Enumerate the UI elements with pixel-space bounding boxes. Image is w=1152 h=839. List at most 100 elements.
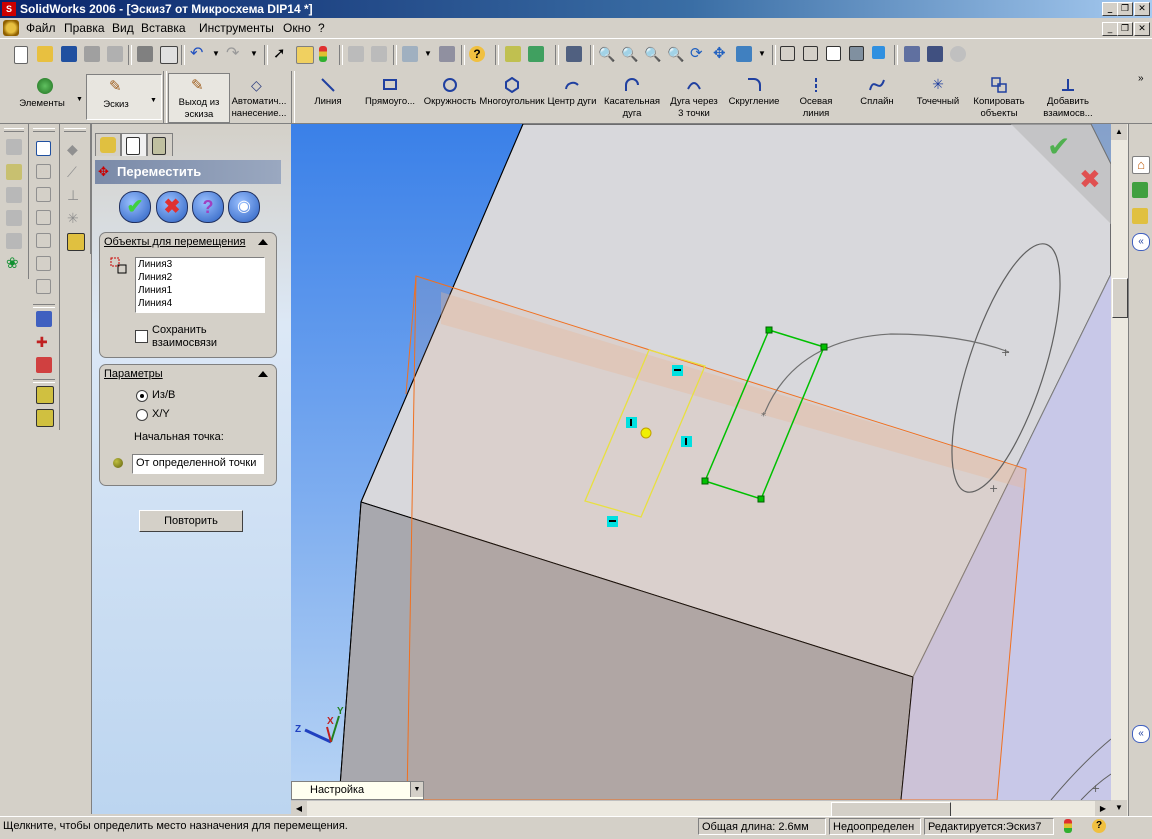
open-file-icon[interactable]: [37, 46, 53, 62]
tab-configuration[interactable]: [147, 133, 173, 156]
box4-icon[interactable]: [36, 210, 51, 225]
print-icon[interactable]: [137, 46, 153, 62]
box2-icon[interactable]: [36, 164, 51, 179]
new-file-icon[interactable]: [14, 46, 28, 64]
sketch-edit-icon[interactable]: [296, 46, 314, 64]
options-icon[interactable]: [107, 46, 123, 62]
spline-button[interactable]: Сплайн: [845, 73, 909, 121]
graphics-area[interactable]: * + + + ✔ ✖ Z X Y: [291, 124, 1111, 800]
repeat-button[interactable]: Повторить: [139, 510, 243, 532]
center-arc-button[interactable]: Центр дуги: [540, 73, 604, 121]
relations-icon[interactable]: [36, 357, 52, 373]
blocks2-icon[interactable]: [36, 409, 54, 427]
reference-point-icon[interactable]: ✳: [67, 210, 83, 226]
close-button[interactable]: ✕: [1134, 2, 1150, 16]
menu-tools[interactable]: Инструменты: [199, 21, 274, 35]
tangent-arc-button[interactable]: Касательная дуга: [600, 73, 664, 121]
keep-relations-checkbox[interactable]: [135, 330, 148, 343]
centerline-button[interactable]: Осевая линия: [784, 73, 848, 121]
scroll-right-button[interactable]: ▶: [1095, 801, 1111, 816]
chevron-down-icon[interactable]: ▼: [150, 97, 157, 104]
blocks-icon[interactable]: [36, 386, 54, 404]
fillet-button[interactable]: Скругление: [722, 73, 786, 121]
detailed-preview-button[interactable]: ◉: [228, 191, 260, 223]
help-button[interactable]: ?: [192, 191, 224, 223]
cancel-button[interactable]: ✖: [156, 191, 188, 223]
menu-view[interactable]: Вид: [112, 21, 134, 35]
scroll-left-button[interactable]: ◀: [291, 801, 307, 816]
helix-icon[interactable]: ❀: [6, 256, 22, 272]
grid-icon[interactable]: [348, 46, 364, 62]
reference-plane-icon[interactable]: ◆: [67, 141, 83, 157]
chevron-down-icon[interactable]: ▼: [410, 782, 423, 797]
app-menu-icon[interactable]: [3, 20, 19, 36]
list-item[interactable]: Линия3: [138, 259, 172, 270]
design-library-icon[interactable]: [1132, 182, 1148, 198]
rectangle-button[interactable]: Прямоуго...: [358, 73, 422, 121]
add-point-icon[interactable]: ✚: [36, 334, 52, 350]
realview-icon[interactable]: [950, 46, 966, 62]
loft-icon[interactable]: [6, 210, 22, 226]
model-view[interactable]: * + + + ✔ ✖: [291, 124, 1111, 800]
edit-sketch-icon[interactable]: [36, 311, 52, 327]
rotate-icon[interactable]: ⟳: [690, 46, 706, 62]
shell-icon[interactable]: [6, 233, 22, 249]
standard-views-icon[interactable]: [736, 46, 752, 62]
wireframe-icon[interactable]: [780, 46, 795, 61]
smart-select-icon[interactable]: [439, 46, 455, 62]
box5-icon[interactable]: [36, 233, 51, 248]
ok-button[interactable]: ✔: [119, 191, 151, 223]
zoom-selection-icon[interactable]: 🔍: [667, 46, 684, 62]
smart-dimension-button[interactable]: ◇ Автоматич... нанесение...: [228, 73, 290, 121]
pan-icon[interactable]: ✥: [713, 46, 729, 62]
chevron-down-icon[interactable]: ▼: [76, 96, 83, 103]
perspective-icon[interactable]: [927, 46, 943, 62]
measure-icon[interactable]: [528, 46, 544, 62]
tab-features[interactable]: Элементы ▼: [10, 74, 84, 118]
exit-sketch-button[interactable]: ✎ Выход из эскиза: [168, 73, 230, 123]
preview-icon[interactable]: [160, 46, 178, 64]
zoom-area-icon[interactable]: 🔍: [621, 46, 638, 62]
mate-reference-icon[interactable]: [67, 233, 85, 251]
collapse-pane-icon[interactable]: «: [1132, 725, 1150, 743]
macro-icon[interactable]: [505, 46, 521, 62]
box-icon[interactable]: [36, 141, 51, 156]
menu-help[interactable]: ?: [318, 21, 325, 35]
shaded-edges-icon[interactable]: [849, 46, 864, 61]
status-help-icon[interactable]: ?: [1092, 819, 1106, 833]
sweep-icon[interactable]: [6, 187, 22, 203]
box6-icon[interactable]: [36, 256, 51, 271]
select-cursor-icon[interactable]: ➚: [273, 46, 289, 62]
hidden-lines-visible-icon[interactable]: [803, 46, 818, 61]
expand-pane-icon[interactable]: «: [1132, 233, 1150, 251]
add-relation-button[interactable]: Добавить взаимосв...: [1036, 73, 1100, 121]
redo-icon[interactable]: ↷: [226, 46, 242, 62]
circle-button[interactable]: Окружность: [418, 73, 482, 121]
vertical-scroll-thumb[interactable]: [1112, 278, 1128, 318]
menu-file[interactable]: Файл: [26, 21, 56, 35]
coordinate-system-icon[interactable]: ⊥: [67, 187, 83, 203]
box3-icon[interactable]: [36, 187, 51, 202]
start-point-field[interactable]: От определенной точки: [132, 454, 264, 474]
save-icon[interactable]: [61, 46, 77, 62]
shaded-icon[interactable]: [872, 46, 885, 59]
doc-close-button[interactable]: ✕: [1134, 22, 1150, 36]
section-view-icon[interactable]: [566, 46, 582, 62]
print-preview-icon[interactable]: [84, 46, 100, 62]
three-point-arc-button[interactable]: Дуга через 3 точки: [662, 73, 726, 121]
horizontal-scrollbar[interactable]: ◀ ▶: [291, 800, 1111, 817]
menu-edit[interactable]: Правка: [64, 21, 105, 35]
radio-from-to[interactable]: [136, 390, 148, 402]
polygon-button[interactable]: Многоугольник: [479, 73, 545, 121]
tab-sketch[interactable]: ✎ Эскиз ▼: [86, 74, 162, 120]
objects-list[interactable]: Линия3 Линия2 Линия1 Линия4: [135, 257, 265, 313]
rebuild-traffic-light-icon[interactable]: [1064, 819, 1072, 833]
orient-dropdown-icon[interactable]: ▼: [424, 46, 440, 62]
menu-window[interactable]: Окно: [283, 21, 311, 35]
list-item[interactable]: Линия4: [138, 298, 172, 309]
minimize-button[interactable]: _: [1102, 2, 1118, 16]
more-commands-icon[interactable]: »: [1138, 73, 1144, 84]
zoom-in-out-icon[interactable]: 🔍: [644, 46, 661, 62]
shadows-icon[interactable]: [904, 46, 920, 62]
vertical-scrollbar[interactable]: ▲ ▼: [1111, 124, 1128, 816]
